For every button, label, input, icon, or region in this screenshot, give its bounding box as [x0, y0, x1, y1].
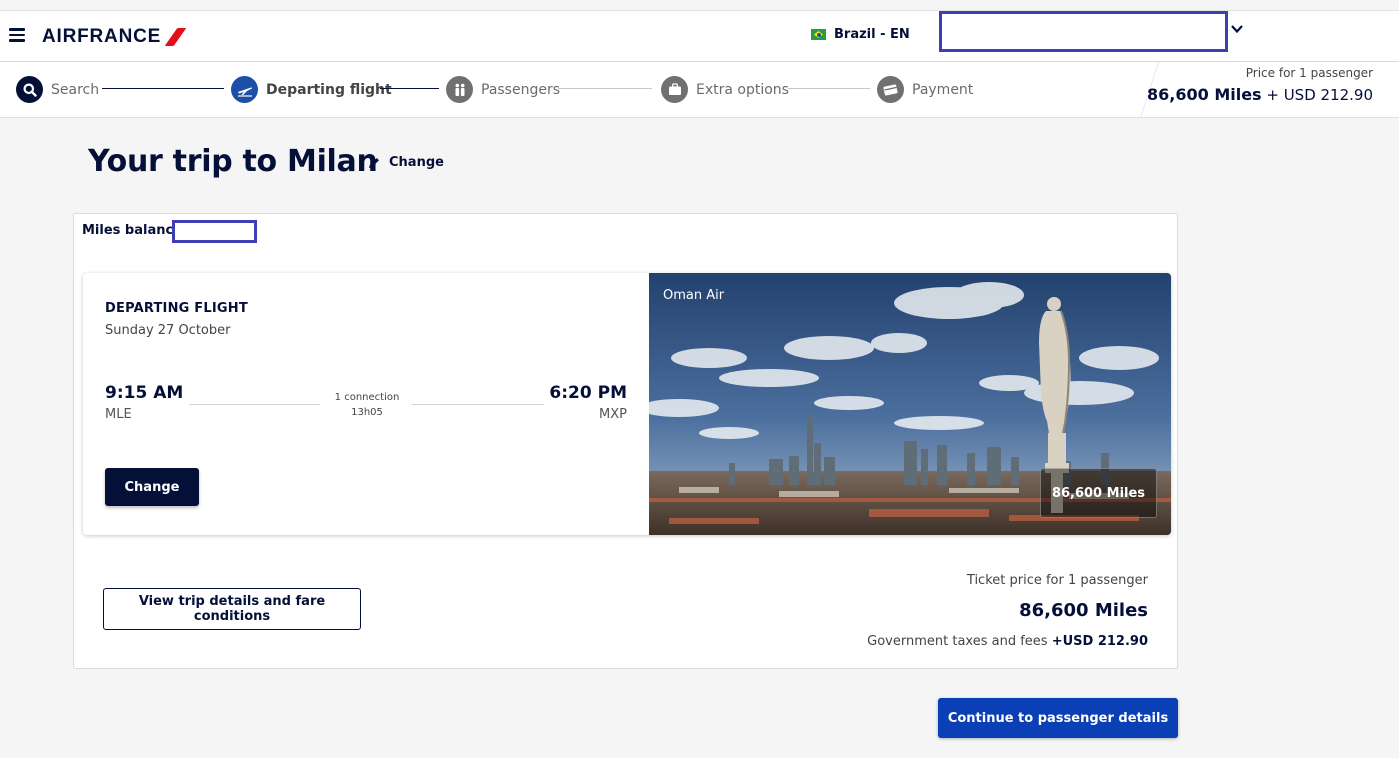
flight-direction-label: DEPARTING FLIGHT: [105, 301, 248, 316]
miles-balance-label: Miles balance: [82, 223, 183, 238]
step-departing-flight[interactable]: Departing flight: [231, 76, 392, 103]
connection-info: 1 connection 13h05: [313, 390, 421, 420]
step-label: Extra options: [696, 81, 789, 98]
step-connector: [788, 88, 870, 89]
step-search[interactable]: Search: [16, 76, 99, 103]
ticket-price-miles: 86,600 Miles: [1019, 600, 1148, 621]
brazil-flag-icon: [811, 29, 826, 40]
page-title: Your trip to Milan: [88, 144, 378, 179]
change-trip-link[interactable]: Change: [367, 155, 444, 170]
route-line: [189, 404, 320, 405]
step-connector: [380, 88, 439, 89]
price-summary-label: Price for 1 passenger: [1245, 66, 1373, 80]
step-label: Search: [51, 81, 100, 98]
destination-photo: Oman Air 86,600 Miles: [649, 273, 1171, 535]
step-connector: [558, 88, 652, 89]
step-label: Payment: [912, 81, 974, 98]
taxes-label: Government taxes and fees: [867, 634, 1048, 649]
chevron-down-icon[interactable]: [1230, 22, 1244, 36]
redacted-account-box: [939, 11, 1228, 52]
airline-name: Oman Air: [663, 288, 725, 303]
departure-airport-code: MLE: [105, 407, 132, 422]
step-label: Departing flight: [266, 81, 392, 98]
step-connector: [102, 88, 224, 89]
fare-miles-badge: 86,600 Miles: [1040, 468, 1157, 518]
top-header: AIRFRANCE Brazil - EN: [0, 10, 1399, 62]
logo-text: AIRFRANCE: [42, 26, 162, 47]
view-trip-details-button[interactable]: View trip details and fare conditions: [103, 588, 361, 630]
arrival-airport-code: MXP: [599, 407, 627, 422]
redacted-miles-balance: [172, 220, 257, 243]
price-summary-miles: 86,600 Miles: [1147, 85, 1262, 104]
locale-selector[interactable]: Brazil - EN: [811, 27, 910, 42]
step-passengers[interactable]: Passengers: [446, 76, 560, 103]
step-extra-options[interactable]: Extra options: [661, 76, 789, 103]
hamburger-icon[interactable]: [9, 28, 25, 42]
price-summary: Price for 1 passenger 86,600 Miles + USD…: [1147, 66, 1373, 104]
taxes-value: +USD 212.90: [1051, 634, 1148, 649]
taxes-and-fees: Government taxes and fees +USD 212.90: [867, 634, 1148, 649]
booking-stepper: Search Departing flight Passengers Extra…: [0, 62, 1399, 118]
credit-card-icon: [877, 76, 904, 103]
price-summary-usd: + USD 212.90: [1266, 86, 1373, 104]
price-summary-value: 86,600 Miles + USD 212.90: [1147, 85, 1373, 104]
flight-duration: 13h05: [351, 407, 383, 418]
search-icon: [16, 76, 43, 103]
logo-slash-icon: [164, 28, 187, 46]
change-flight-button[interactable]: Change: [105, 468, 199, 506]
flight-date: Sunday 27 October: [105, 323, 231, 338]
step-payment[interactable]: Payment: [877, 76, 973, 103]
arrival-time: 6:20 PM: [549, 383, 627, 403]
pencil-icon: [369, 157, 379, 168]
departure-time: 9:15 AM: [105, 383, 184, 403]
step-label: Passengers: [481, 81, 561, 98]
air-france-logo[interactable]: AIRFRANCE: [42, 26, 187, 48]
airplane-icon: [231, 76, 258, 103]
suitcase-icon: [661, 76, 688, 103]
connection-count: 1 connection: [334, 392, 400, 403]
route-line: [412, 404, 544, 405]
ticket-price-label: Ticket price for 1 passenger: [966, 573, 1148, 588]
flight-details: DEPARTING FLIGHT Sunday 27 October 9:15 …: [83, 273, 649, 535]
passengers-icon: [446, 76, 473, 103]
continue-to-passenger-details-button[interactable]: Continue to passenger details: [938, 698, 1178, 738]
locale-label: Brazil - EN: [834, 27, 910, 42]
trip-summary-card: Miles balance DEPARTING FLIGHT Sunday 27…: [73, 213, 1178, 669]
flight-card: DEPARTING FLIGHT Sunday 27 October 9:15 …: [83, 273, 1171, 535]
change-trip-label: Change: [389, 155, 444, 170]
